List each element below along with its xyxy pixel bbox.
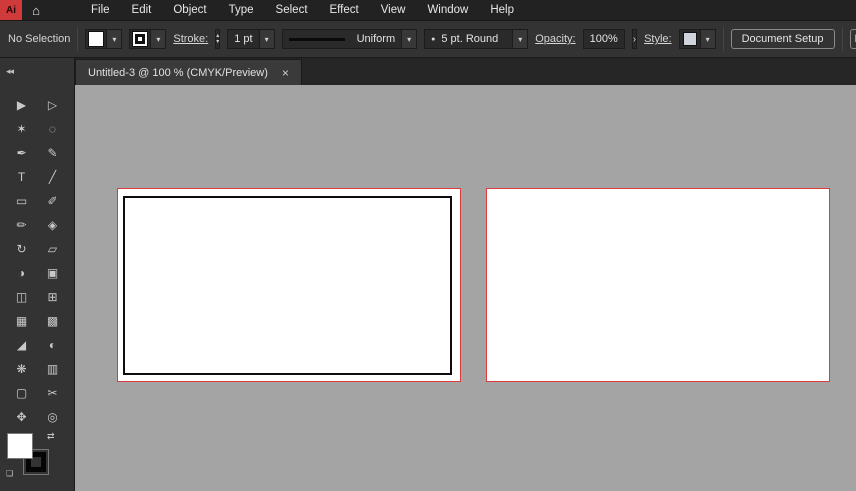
chevron-down-icon[interactable]: ▾ bbox=[258, 30, 274, 48]
style-dropdown[interactable]: ▾ bbox=[678, 29, 716, 49]
eraser-tool[interactable]: ◈ bbox=[37, 213, 68, 237]
document-tab[interactable]: Untitled-3 @ 100 % (CMYK/Preview) × bbox=[75, 59, 302, 85]
hand-tool[interactable]: ✥ bbox=[6, 405, 37, 429]
style-panel-link[interactable]: Style: bbox=[644, 33, 672, 45]
curvature-tool[interactable]: ✎ bbox=[37, 141, 68, 165]
rotate-tool[interactable]: ↻ bbox=[6, 237, 37, 261]
illustrator-logo-icon: Ai bbox=[0, 0, 22, 20]
chevron-down-icon[interactable]: ▾ bbox=[512, 30, 528, 48]
stroke-weight-dropdown[interactable]: 1 pt ▾ bbox=[227, 29, 275, 49]
menu-file[interactable]: File bbox=[80, 0, 121, 20]
brush-value[interactable]: 5 pt. Round bbox=[439, 30, 512, 48]
divider bbox=[77, 27, 79, 51]
preferences-button[interactable]: Pr bbox=[849, 29, 856, 49]
zoom-tool[interactable]: ◎ bbox=[37, 405, 68, 429]
divider bbox=[841, 27, 843, 51]
rectangle-shape[interactable] bbox=[123, 196, 452, 375]
artboard-tool[interactable]: ▢ bbox=[6, 381, 37, 405]
toolbar-grid: ▶ ▷ ✶ ◌ ✒ ✎ T ╱ ▭ ✐ ✏ ◈ ↻ ▱ ◑ ▣ ◫ ⊞ ▦ ▩ ◢ ◐ ❋ ▥ ▢ ✂ ✥ ◎ bbox=[0, 85, 74, 429]
brush-dropdown[interactable]: ● 5 pt. Round ▾ bbox=[424, 29, 529, 49]
menu-edit[interactable]: Edit bbox=[121, 0, 163, 20]
menu-window[interactable]: Window bbox=[416, 0, 479, 20]
menu-select[interactable]: Select bbox=[265, 0, 319, 20]
menu-effect[interactable]: Effect bbox=[319, 0, 370, 20]
stroke-panel-link[interactable]: Stroke: bbox=[173, 33, 208, 45]
divider bbox=[722, 27, 724, 51]
menu-help[interactable]: Help bbox=[479, 0, 525, 20]
selection-status: No Selection bbox=[8, 33, 71, 45]
type-tool[interactable]: T bbox=[6, 165, 37, 189]
opacity-expand-icon[interactable]: › bbox=[631, 29, 638, 49]
perspective-grid-tool[interactable]: ⊞ bbox=[37, 285, 68, 309]
document-tab-title: Untitled-3 @ 100 % (CMYK/Preview) bbox=[88, 66, 268, 79]
eyedropper-tool[interactable]: ◢ bbox=[6, 333, 37, 357]
style-swatch[interactable] bbox=[682, 32, 697, 46]
width-profile-value[interactable]: Uniform bbox=[351, 30, 402, 48]
document-tab-bar: ◂◂ Untitled-3 @ 100 % (CMYK/Preview) × bbox=[0, 58, 856, 85]
main-area: ▶ ▷ ✶ ◌ ✒ ✎ T ╱ ▭ ✐ ✏ ◈ ↻ ▱ ◑ ▣ ◫ ⊞ ▦ ▩ ◢ ◐ ❋ ▥ ▢ ✂ ✥ ◎ ⇄ ❏ bbox=[0, 85, 856, 491]
chevron-down-icon[interactable]: ▾ bbox=[699, 30, 715, 48]
artboard-1[interactable] bbox=[117, 188, 461, 382]
fill-color-box[interactable] bbox=[7, 433, 33, 459]
menubar-items: File Edit Object Type Select Effect View Window… bbox=[80, 0, 525, 20]
scale-tool[interactable]: ▱ bbox=[37, 237, 68, 261]
document-setup-button[interactable]: Document Setup bbox=[730, 29, 835, 49]
control-bar: No Selection ▾ ▾ Stroke: ▴ ▾ 1 pt ▾ Unif… bbox=[0, 20, 856, 58]
tools-panel-header: ◂◂ bbox=[0, 58, 75, 85]
menu-view[interactable]: View bbox=[370, 0, 417, 20]
opacity-panel-link[interactable]: Opacity: bbox=[535, 33, 575, 45]
stroke-weight-stepper[interactable]: ▴ ▾ bbox=[215, 29, 221, 49]
collapse-panel-icon[interactable]: ◂◂ bbox=[6, 66, 14, 77]
shaper-tool[interactable]: ✏ bbox=[6, 213, 37, 237]
stepper-down-icon[interactable]: ▾ bbox=[216, 39, 219, 45]
rectangle-tool[interactable]: ▭ bbox=[6, 189, 37, 213]
blend-tool[interactable]: ◐ bbox=[37, 333, 68, 357]
column-graph-tool[interactable]: ▥ bbox=[37, 357, 68, 381]
stroke-color-dropdown[interactable]: ▾ bbox=[129, 29, 167, 49]
pen-tool[interactable]: ✒ bbox=[6, 141, 37, 165]
width-tool[interactable]: ◑ bbox=[6, 261, 37, 285]
free-transform-tool[interactable]: ▣ bbox=[37, 261, 68, 285]
chevron-down-icon[interactable]: ▾ bbox=[401, 30, 417, 48]
menu-object[interactable]: Object bbox=[162, 0, 217, 20]
lasso-tool[interactable]: ◌ bbox=[37, 117, 68, 141]
menu-type[interactable]: Type bbox=[218, 0, 265, 20]
stroke-line-preview bbox=[288, 37, 345, 41]
brush-dot-icon: ● bbox=[431, 35, 436, 43]
stroke-weight-value[interactable]: 1 pt bbox=[228, 30, 258, 48]
fill-color-dropdown[interactable]: ▾ bbox=[85, 29, 123, 49]
chevron-down-icon[interactable]: ▾ bbox=[106, 30, 122, 48]
slice-tool[interactable]: ✂ bbox=[37, 381, 68, 405]
tools-panel: ▶ ▷ ✶ ◌ ✒ ✎ T ╱ ▭ ✐ ✏ ◈ ↻ ▱ ◑ ▣ ◫ ⊞ ▦ ▩ ◢ ◐ ❋ ▥ ▢ ✂ ✥ ◎ ⇄ ❏ bbox=[0, 85, 75, 491]
artboard-2[interactable] bbox=[486, 188, 830, 382]
chevron-down-icon[interactable]: ▾ bbox=[150, 30, 166, 48]
opacity-dropdown[interactable]: 100% bbox=[582, 29, 625, 49]
direct-selection-tool[interactable]: ▷ bbox=[37, 93, 68, 117]
line-segment-tool[interactable]: ╱ bbox=[37, 165, 68, 189]
symbol-sprayer-tool[interactable]: ❋ bbox=[6, 357, 37, 381]
gradient-tool[interactable]: ▩ bbox=[37, 309, 68, 333]
width-profile-dropdown[interactable]: Uniform ▾ bbox=[281, 29, 418, 49]
selection-tool[interactable]: ▶ bbox=[6, 93, 37, 117]
fill-stroke-control: ⇄ ❏ bbox=[6, 431, 59, 481]
menubar: Ai ⌂ File Edit Object Type Select Effect View W… bbox=[0, 0, 856, 20]
fill-swatch[interactable] bbox=[88, 31, 105, 47]
opacity-value[interactable]: 100% bbox=[584, 30, 624, 48]
home-icon[interactable]: ⌂ bbox=[22, 0, 50, 20]
default-fill-stroke-icon[interactable]: ❏ bbox=[6, 469, 13, 478]
stroke-swatch[interactable] bbox=[132, 31, 149, 47]
paintbrush-tool[interactable]: ✐ bbox=[37, 189, 68, 213]
canvas[interactable] bbox=[75, 85, 856, 491]
magic-wand-tool[interactable]: ✶ bbox=[6, 117, 37, 141]
swap-fill-stroke-icon[interactable]: ⇄ bbox=[47, 431, 55, 442]
close-tab-icon[interactable]: × bbox=[282, 66, 289, 80]
shape-builder-tool[interactable]: ◫ bbox=[6, 285, 37, 309]
mesh-tool[interactable]: ▦ bbox=[6, 309, 37, 333]
